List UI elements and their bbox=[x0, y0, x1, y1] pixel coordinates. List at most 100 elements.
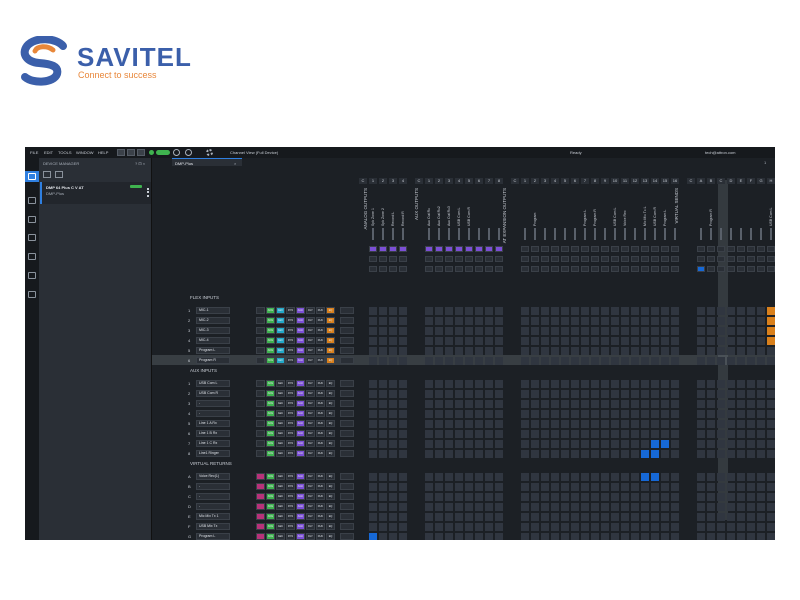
output-fader[interactable] bbox=[624, 228, 626, 240]
crosspoint[interactable] bbox=[571, 473, 579, 481]
crosspoint[interactable] bbox=[455, 420, 463, 428]
crosspoint[interactable] bbox=[521, 400, 529, 408]
crosspoint[interactable] bbox=[717, 420, 725, 428]
crosspoint[interactable] bbox=[661, 450, 669, 458]
crosspoint[interactable] bbox=[671, 493, 679, 501]
crosspoint[interactable] bbox=[399, 327, 407, 335]
crosspoint[interactable] bbox=[521, 410, 529, 418]
output-fader[interactable] bbox=[534, 228, 536, 240]
processing-chip[interactable]: EQ bbox=[326, 357, 335, 364]
processing-chip[interactable]: DLY bbox=[306, 347, 315, 354]
processing-chip[interactable]: ANG bbox=[266, 440, 275, 447]
crosspoint[interactable] bbox=[591, 307, 599, 315]
crosspoint[interactable] bbox=[671, 410, 679, 418]
crosspoint[interactable] bbox=[455, 493, 463, 501]
output-chip[interactable] bbox=[697, 246, 705, 252]
crosspoint[interactable] bbox=[399, 347, 407, 355]
output-chip[interactable] bbox=[495, 256, 503, 262]
input-name-field[interactable]: Program L bbox=[196, 347, 230, 354]
input-name-field[interactable]: - bbox=[196, 493, 230, 500]
column-number-26[interactable]: 12 bbox=[631, 178, 639, 184]
crosspoint[interactable] bbox=[495, 317, 503, 325]
crosspoint[interactable] bbox=[661, 533, 669, 540]
crosspoint[interactable] bbox=[601, 317, 609, 325]
crosspoint[interactable] bbox=[757, 533, 765, 540]
crosspoint[interactable] bbox=[727, 347, 735, 355]
crosspoint[interactable] bbox=[767, 410, 775, 418]
crosspoint[interactable] bbox=[445, 380, 453, 388]
crosspoint[interactable] bbox=[591, 380, 599, 388]
processing-chip[interactable]: DUC bbox=[316, 420, 325, 427]
crosspoint[interactable] bbox=[737, 307, 745, 315]
crosspoint[interactable] bbox=[707, 357, 715, 365]
crosspoint[interactable] bbox=[541, 483, 549, 491]
crosspoint[interactable] bbox=[475, 410, 483, 418]
crosspoint[interactable] bbox=[369, 430, 377, 438]
crosspoint[interactable] bbox=[485, 440, 493, 448]
crosspoint[interactable] bbox=[621, 347, 629, 355]
crosspoint[interactable] bbox=[379, 327, 387, 335]
gain-field[interactable] bbox=[340, 473, 354, 480]
crosspoint[interactable] bbox=[485, 380, 493, 388]
gain-field[interactable] bbox=[340, 347, 354, 354]
input-name-field[interactable]: MIC-4 bbox=[196, 337, 230, 344]
output-chip[interactable] bbox=[661, 256, 669, 262]
output-fader[interactable] bbox=[720, 228, 722, 240]
crosspoint[interactable] bbox=[551, 420, 559, 428]
crosspoint[interactable] bbox=[621, 440, 629, 448]
processing-chip[interactable]: DLY bbox=[306, 493, 315, 500]
output-chip[interactable] bbox=[369, 256, 377, 262]
column-number-18[interactable]: 4 bbox=[551, 178, 559, 184]
crosspoint[interactable] bbox=[641, 503, 649, 511]
crosspoint[interactable] bbox=[389, 513, 397, 521]
crosspoint[interactable] bbox=[455, 380, 463, 388]
crosspoint[interactable] bbox=[611, 327, 619, 335]
output-chip[interactable] bbox=[485, 246, 493, 252]
crosspoint[interactable] bbox=[485, 473, 493, 481]
crosspoint[interactable] bbox=[369, 347, 377, 355]
processing-chip[interactable]: ANG bbox=[266, 347, 275, 354]
crosspoint[interactable] bbox=[661, 440, 669, 448]
crosspoint[interactable] bbox=[757, 450, 765, 458]
crosspoint[interactable] bbox=[495, 307, 503, 315]
output-chip[interactable] bbox=[671, 246, 679, 252]
crosspoint[interactable] bbox=[551, 400, 559, 408]
crosspoint[interactable] bbox=[581, 533, 589, 540]
crosspoint[interactable] bbox=[561, 400, 569, 408]
crosspoint[interactable] bbox=[435, 337, 443, 345]
processing-chip[interactable]: AEC bbox=[276, 493, 285, 500]
crosspoint[interactable] bbox=[389, 410, 397, 418]
processing-chip[interactable]: AGC bbox=[296, 493, 305, 500]
crosspoint[interactable] bbox=[661, 337, 669, 345]
crosspoint[interactable] bbox=[747, 327, 755, 335]
crosspoint[interactable] bbox=[631, 380, 639, 388]
crosspoint[interactable] bbox=[455, 440, 463, 448]
crosspoint[interactable] bbox=[465, 410, 473, 418]
crosspoint[interactable] bbox=[641, 533, 649, 540]
output-chip[interactable] bbox=[591, 266, 599, 272]
crosspoint[interactable] bbox=[379, 420, 387, 428]
crosspoint[interactable] bbox=[697, 400, 705, 408]
crosspoint[interactable] bbox=[707, 347, 715, 355]
processing-chip[interactable]: EQ bbox=[326, 400, 335, 407]
crosspoint[interactable] bbox=[591, 400, 599, 408]
crosspoint[interactable] bbox=[485, 357, 493, 365]
column-number-29[interactable]: 15 bbox=[661, 178, 669, 184]
crosspoint[interactable] bbox=[641, 473, 649, 481]
crosspoint[interactable] bbox=[445, 307, 453, 315]
crosspoint[interactable] bbox=[475, 327, 483, 335]
crosspoint[interactable] bbox=[425, 450, 433, 458]
crosspoint[interactable] bbox=[541, 513, 549, 521]
crosspoint[interactable] bbox=[445, 327, 453, 335]
crosspoint[interactable] bbox=[571, 450, 579, 458]
crosspoint[interactable] bbox=[621, 493, 629, 501]
crosspoint[interactable] bbox=[717, 347, 725, 355]
crosspoint[interactable] bbox=[737, 440, 745, 448]
output-fader[interactable] bbox=[664, 228, 666, 240]
processing-chip[interactable]: DUC bbox=[316, 503, 325, 510]
processing-chip[interactable] bbox=[256, 410, 265, 417]
crosspoint[interactable] bbox=[475, 307, 483, 315]
crosspoint[interactable] bbox=[727, 410, 735, 418]
crosspoint[interactable] bbox=[445, 317, 453, 325]
output-fader[interactable] bbox=[392, 228, 394, 240]
